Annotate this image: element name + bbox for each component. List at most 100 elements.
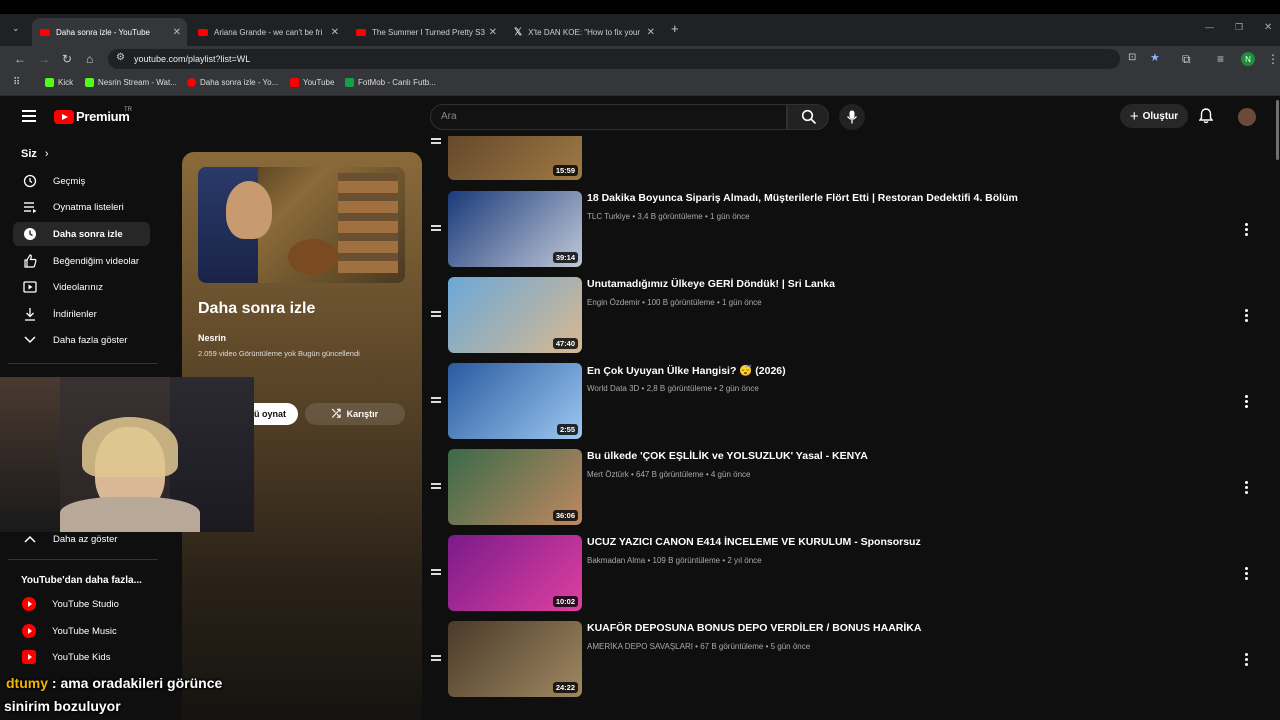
sidebar-item-liked-videos[interactable]: Beğendiğim videolar bbox=[13, 249, 150, 273]
sidebar-item-your-videos[interactable]: Videolarınız bbox=[13, 275, 150, 299]
bookmark-kick[interactable]: Kick bbox=[45, 78, 73, 87]
create-button[interactable]: + Oluştur bbox=[1120, 104, 1188, 128]
site-info-icon[interactable]: ⚙ bbox=[116, 52, 125, 63]
page-scrollbar-thumb[interactable] bbox=[1276, 100, 1279, 160]
video-title[interactable]: En Çok Uyuyan Ülke Hangisi? 😴 (2026) bbox=[587, 364, 786, 377]
sidebar-item-label: Daha sonra izle bbox=[53, 228, 123, 240]
menu-icon[interactable] bbox=[22, 110, 36, 122]
chevron-right-icon: › bbox=[44, 148, 49, 160]
more-options-icon[interactable] bbox=[1245, 481, 1249, 496]
more-options-icon[interactable] bbox=[1245, 653, 1249, 668]
close-window-icon[interactable]: ✕ bbox=[1264, 22, 1272, 33]
video-thumbnail[interactable]: 47:40 bbox=[448, 277, 582, 353]
more-options-icon[interactable] bbox=[1245, 567, 1249, 582]
video-thumbnail[interactable]: 24:22 bbox=[448, 621, 582, 697]
video-thumbnail[interactable]: 36:06 bbox=[448, 449, 582, 525]
youtube-premium-logo[interactable]: Premium TR bbox=[54, 107, 132, 124]
media-control-icon[interactable]: ≡ bbox=[1217, 52, 1224, 66]
forward-icon[interactable]: → bbox=[38, 52, 50, 66]
tab-1[interactable]: Ariana Grande - we can't be fri ✕ bbox=[190, 18, 345, 46]
apps-grid-icon[interactable]: ⠿ bbox=[13, 77, 20, 88]
logo-text: Premium bbox=[76, 109, 130, 124]
list-item[interactable]: 47:40 Unutamadığımız Ülkeye GERİ Döndük!… bbox=[425, 277, 1265, 355]
drag-handle-icon[interactable] bbox=[431, 311, 441, 319]
list-item[interactable]: 39:14 18 Dakika Boyunca Sipariş Almadı, … bbox=[425, 191, 1265, 269]
bookmark-star-icon[interactable]: ★ bbox=[1150, 51, 1160, 64]
close-icon[interactable]: ✕ bbox=[173, 27, 181, 38]
drag-handle-icon[interactable] bbox=[431, 655, 441, 663]
plus-icon: + bbox=[1129, 107, 1139, 125]
more-options-icon[interactable] bbox=[1245, 223, 1249, 238]
drag-handle-icon[interactable] bbox=[431, 138, 441, 146]
drag-handle-icon[interactable] bbox=[431, 397, 441, 405]
list-item[interactable]: 24:22 KUAFÖR DEPOSUNA BONUS DEPO VERDİLE… bbox=[425, 621, 1265, 699]
video-title[interactable]: Unutamadığımız Ülkeye GERİ Döndük! | Sri… bbox=[587, 278, 835, 290]
history-icon bbox=[23, 174, 37, 188]
video-thumbnail[interactable]: 10:02 bbox=[448, 535, 582, 611]
close-icon[interactable]: ✕ bbox=[647, 27, 655, 38]
search-input[interactable]: Ara bbox=[430, 104, 787, 130]
playlist-thumbnail[interactable] bbox=[198, 167, 405, 283]
video-title[interactable]: 18 Dakika Boyunca Sipariş Almadı, Müşter… bbox=[587, 192, 1018, 204]
video-duration: 39:14 bbox=[552, 252, 578, 263]
drag-handle-icon[interactable] bbox=[431, 483, 441, 491]
list-item[interactable]: 2:55 En Çok Uyuyan Ülke Hangisi? 😴 (2026… bbox=[425, 363, 1265, 441]
notifications-button[interactable] bbox=[1198, 108, 1214, 129]
video-title[interactable]: Bu ülkede 'ÇOK EŞLİLİK ve YOLSUZLUK' Yas… bbox=[587, 450, 868, 462]
minimize-icon[interactable]: — bbox=[1205, 22, 1214, 32]
reload-icon[interactable]: ↻ bbox=[62, 52, 72, 66]
page-scrollbar-track[interactable] bbox=[1275, 98, 1280, 720]
thumbs-up-icon bbox=[23, 254, 37, 268]
browser-menu-icon[interactable]: ⋮ bbox=[1267, 52, 1279, 66]
profile-avatar[interactable]: N bbox=[1241, 52, 1255, 66]
voice-search-button[interactable] bbox=[839, 104, 865, 130]
search-button[interactable] bbox=[787, 104, 829, 130]
home-icon[interactable]: ⌂ bbox=[86, 52, 93, 66]
video-thumbnail[interactable]: 39:14 bbox=[448, 191, 582, 267]
more-options-icon[interactable] bbox=[1245, 309, 1249, 324]
sidebar-item-youtube-studio[interactable]: YouTube Studio bbox=[22, 597, 119, 611]
drag-handle-icon[interactable] bbox=[431, 569, 441, 577]
new-tab-button[interactable]: + bbox=[671, 21, 679, 36]
tab-3[interactable]: 𝕏 X'te DAN KOE: "How to fix your ✕ bbox=[506, 18, 661, 46]
list-item[interactable]: 36:06 Bu ülkede 'ÇOK EŞLİLİK ve YOLSUZLU… bbox=[425, 449, 1265, 527]
tab-title: The Summer I Turned Pretty S3 bbox=[372, 27, 485, 37]
sidebar-item-label: YouTube Kids bbox=[52, 651, 111, 663]
extensions-icon[interactable]: ⧉ bbox=[1182, 52, 1191, 67]
more-options-icon[interactable] bbox=[1245, 395, 1249, 410]
maximize-icon[interactable]: ❐ bbox=[1235, 22, 1243, 33]
back-icon[interactable]: ← bbox=[14, 52, 26, 66]
video-title[interactable]: UCUZ YAZICI CANON E414 İNCELEME VE KURUL… bbox=[587, 536, 921, 548]
drag-handle-icon[interactable] bbox=[431, 225, 441, 233]
playlist-owner[interactable]: Nesrin bbox=[198, 333, 226, 343]
bookmark-watch-later[interactable]: Daha sonra izle - Yo... bbox=[187, 78, 278, 87]
list-item[interactable]: 15:59 bbox=[425, 136, 1265, 182]
install-icon[interactable]: ⊡ bbox=[1128, 52, 1136, 63]
sidebar-item-show-more[interactable]: Daha fazla göster bbox=[13, 328, 150, 352]
shuffle-button[interactable]: ⤮ Karıştır bbox=[305, 403, 405, 425]
close-icon[interactable]: ✕ bbox=[331, 27, 339, 38]
sidebar-item-playlists[interactable]: Oynatma listeleri bbox=[13, 195, 150, 219]
account-avatar[interactable] bbox=[1238, 108, 1256, 126]
video-thumbnail[interactable]: 15:59 bbox=[448, 136, 582, 180]
sidebar-item-youtube-kids[interactable]: YouTube Kids bbox=[22, 650, 110, 664]
url-field[interactable]: ⚙ youtube.com/playlist?list=WL ⊡ ★ bbox=[108, 49, 1160, 69]
bookmark-youtube[interactable]: YouTube bbox=[290, 78, 334, 87]
tab-0[interactable]: Daha sonra izle - YouTube ✕ bbox=[32, 18, 187, 46]
video-meta: AMERİKA DEPO SAVAŞLARI • 67 B görüntülem… bbox=[587, 642, 811, 651]
sidebar-item-downloads[interactable]: İndirilenler bbox=[13, 302, 150, 326]
bookmark-nesrin-stream[interactable]: Nesrin Stream - Wat... bbox=[85, 78, 177, 87]
sidebar-item-watch-later[interactable]: Daha sonra izle bbox=[13, 222, 150, 246]
fotmob-icon bbox=[345, 78, 354, 87]
close-icon[interactable]: ✕ bbox=[489, 27, 497, 38]
sidebar-item-youtube-music[interactable]: YouTube Music bbox=[22, 624, 117, 638]
bookmark-fotmob[interactable]: FotMob - Canlı Futb... bbox=[345, 78, 436, 87]
sidebar-item-history[interactable]: Geçmiş bbox=[13, 169, 150, 193]
tab-2[interactable]: The Summer I Turned Pretty S3 ✕ bbox=[348, 18, 503, 46]
tab-search-button[interactable]: ⌄ bbox=[12, 23, 20, 34]
video-title[interactable]: KUAFÖR DEPOSUNA BONUS DEPO VERDİLER / BO… bbox=[587, 622, 921, 634]
sidebar-section-you[interactable]: Siz › bbox=[21, 148, 49, 160]
sidebar-item-label: Oynatma listeleri bbox=[53, 201, 124, 213]
list-item[interactable]: 10:02 UCUZ YAZICI CANON E414 İNCELEME VE… bbox=[425, 535, 1265, 613]
video-thumbnail[interactable]: 2:55 bbox=[448, 363, 582, 439]
